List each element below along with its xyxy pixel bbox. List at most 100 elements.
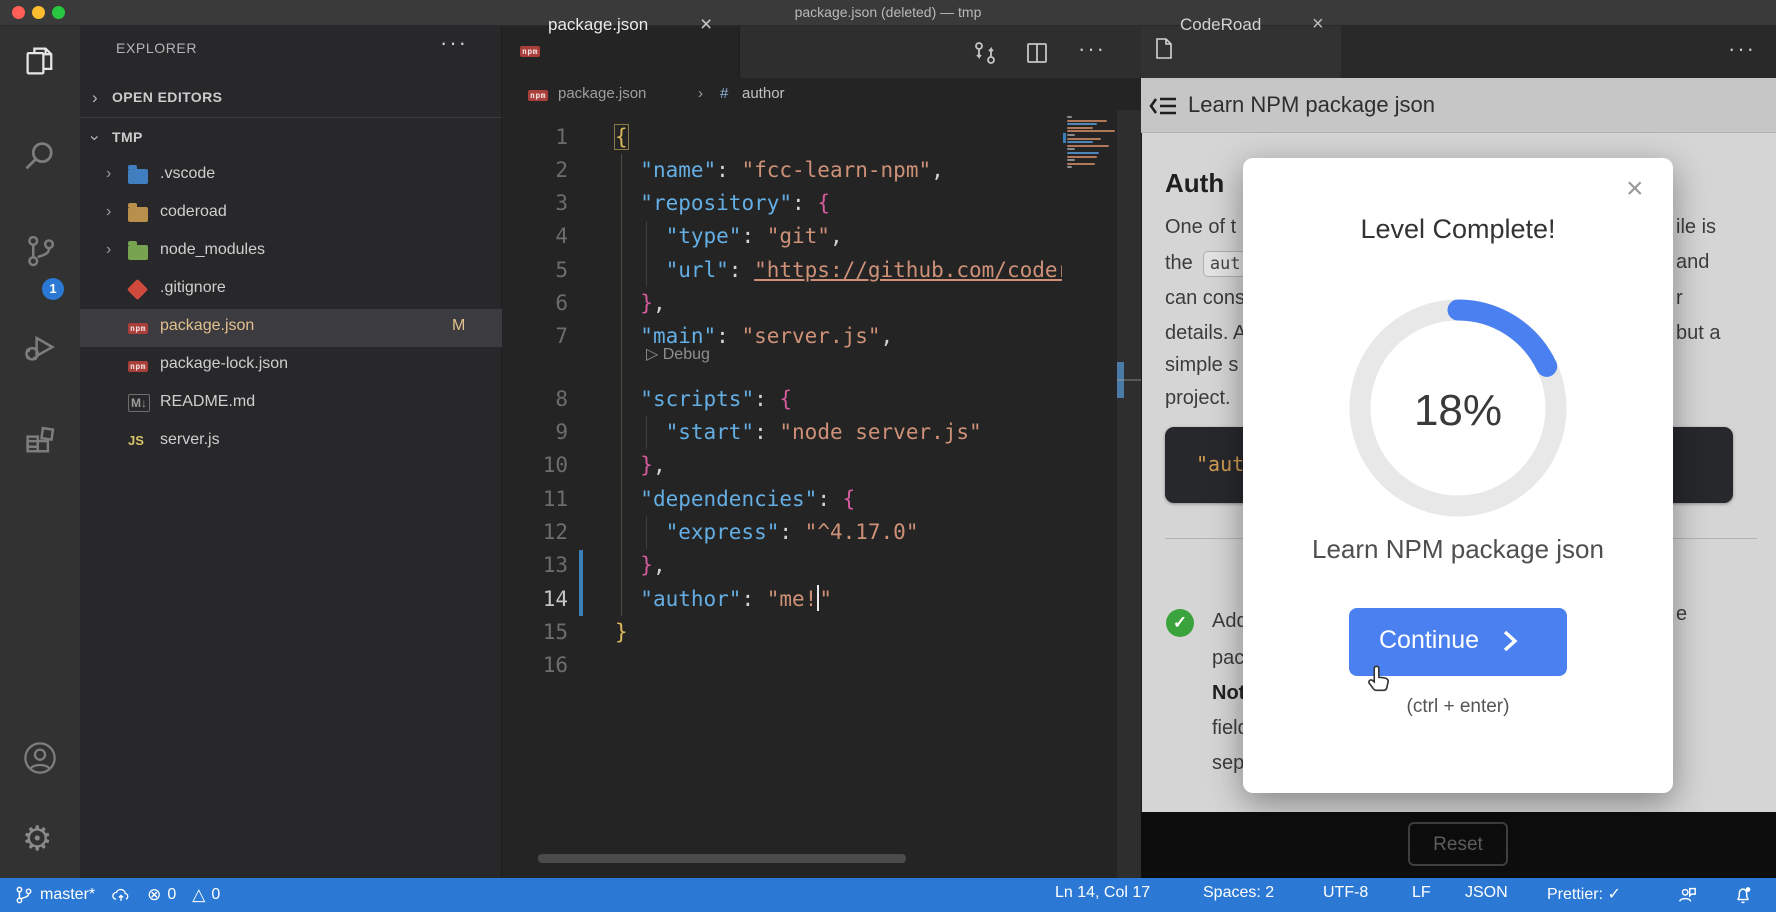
code-editor[interactable]: 1{2 "name": "fcc-learn-npm",3 "repositor…	[502, 110, 1062, 854]
lesson-text-fragment: and	[1676, 251, 1709, 274]
code-text: "scripts": {	[568, 383, 792, 416]
status-formatter[interactable]: Prettier: ✓	[1547, 884, 1621, 904]
reset-button[interactable]: Reset	[1408, 822, 1508, 866]
code-line-15[interactable]: 15}	[502, 616, 1062, 650]
explorer-icon[interactable]	[22, 43, 58, 79]
status-cursor-position[interactable]: Ln 14, Col 17	[1055, 884, 1150, 902]
code-text: "type": "git",	[568, 220, 843, 253]
sidebar-item-coderoad[interactable]: ›coderoad	[80, 195, 502, 233]
indent-guide	[646, 516, 647, 549]
overview-ruler[interactable]	[1117, 110, 1141, 878]
file-name: package.json	[160, 317, 254, 335]
breadcrumb-symbol[interactable]: author	[742, 85, 785, 102]
status-warning[interactable]: △0	[192, 885, 220, 905]
codelens-debug[interactable]: ▷ Debug	[646, 344, 710, 364]
line-number: 16	[502, 649, 568, 682]
minimap-line	[1067, 145, 1109, 147]
notifications-bell-icon[interactable]	[1733, 885, 1753, 905]
inline-code-chip: aut	[1203, 251, 1248, 277]
sidebar-item-server.js[interactable]: JSserver.js	[80, 423, 502, 461]
extensions-icon[interactable]	[22, 422, 58, 458]
sidebar-item-.gitignore[interactable]: .gitignore	[80, 271, 502, 309]
status-error[interactable]: ⊗0	[147, 885, 176, 905]
lesson-text-fragment: ile is	[1676, 216, 1716, 239]
code-line-16[interactable]: 16	[502, 649, 1062, 683]
file-name: README.md	[160, 393, 255, 411]
minimap-line	[1067, 148, 1075, 150]
search-icon[interactable]	[22, 138, 58, 174]
lesson-text-fragment: but a	[1676, 322, 1720, 345]
feedback-icon[interactable]	[1677, 885, 1697, 905]
code-line-4[interactable]: 4 "type": "git",	[502, 220, 1062, 254]
file-name: node_modules	[160, 241, 265, 259]
run-debug-icon[interactable]	[22, 329, 58, 365]
modified-badge: M	[452, 317, 465, 335]
dialog-close-icon[interactable]: ×	[1626, 172, 1644, 206]
open-editors-section[interactable]: › OPEN EDITORS	[80, 80, 502, 116]
chevron-right-icon: ›	[106, 203, 111, 221]
code-line-3[interactable]: 3 "repository": {	[502, 187, 1062, 221]
code-line-11[interactable]: 11 "dependencies": {	[502, 483, 1062, 517]
sidebar-item-package-lock.json[interactable]: npmpackage-lock.json	[80, 347, 502, 385]
code-line-12[interactable]: 12 "express": "^4.17.0"	[502, 516, 1062, 550]
tab-close-icon[interactable]: ×	[700, 13, 712, 37]
status-cloud-upload[interactable]	[111, 885, 131, 905]
code-line-1[interactable]: 1{	[502, 121, 1062, 155]
npm-icon: npm	[128, 356, 150, 376]
open-changes-icon[interactable]	[972, 40, 998, 66]
sidebar-item-README.md[interactable]: M↓README.md	[80, 385, 502, 423]
code-text: "main": "server.js",	[568, 320, 893, 353]
lesson-text-fragment: r	[1676, 287, 1683, 310]
file-name: server.js	[160, 431, 220, 449]
minimap-line	[1067, 127, 1093, 129]
code-line-14[interactable]: 14 "author": "me!"	[502, 583, 1062, 617]
breadcrumb-file[interactable]: package.json	[558, 85, 646, 102]
code-line-9[interactable]: 9 "start": "node server.js"	[502, 416, 1062, 450]
explorer-more-actions-icon[interactable]: ···	[440, 30, 468, 56]
vscode-window: package.json (deleted) — tmp 1	[0, 0, 1776, 912]
code-text: }	[568, 616, 628, 649]
source-control-icon[interactable]	[22, 233, 58, 269]
contents-menu-icon[interactable]	[1148, 92, 1178, 125]
code-line-10[interactable]: 10 },	[502, 449, 1062, 483]
status-indentation[interactable]: Spaces: 2	[1203, 884, 1274, 902]
panel-tab-close-icon[interactable]: ×	[1312, 13, 1324, 36]
horizontal-scrollbar[interactable]	[538, 854, 906, 863]
sidebar-item-package.json[interactable]: npmpackage.jsonM	[80, 309, 502, 347]
bracket-guide	[621, 154, 622, 616]
split-editor-icon[interactable]	[1024, 40, 1050, 66]
line-number: 1	[502, 121, 568, 154]
status-encoding[interactable]: UTF-8	[1323, 884, 1368, 902]
minimap-line	[1067, 134, 1075, 136]
editor-more-actions-icon[interactable]: ···	[1078, 36, 1106, 62]
task-text-fragment: sep	[1212, 752, 1244, 775]
settings-gear-icon[interactable]: ⚙	[22, 821, 58, 857]
status-git-branch[interactable]: master*	[14, 885, 95, 905]
workspace-root-section[interactable]: › TMP	[80, 120, 502, 156]
code-line-7[interactable]: 7 "main": "server.js",	[502, 320, 1062, 354]
code-line-13[interactable]: 13 },	[502, 549, 1062, 583]
status-eol[interactable]: LF	[1412, 884, 1431, 902]
panel-more-actions-icon[interactable]: ···	[1728, 36, 1756, 62]
chevron-down-icon: ›	[85, 135, 105, 141]
error-icon: ⊗	[147, 885, 161, 905]
account-icon[interactable]	[22, 740, 58, 776]
file-icon	[1155, 38, 1173, 65]
warning-icon: △	[192, 885, 205, 905]
lesson-title: Learn NPM package json	[1188, 92, 1435, 118]
sidebar-item-node_modules[interactable]: ›node_modules	[80, 233, 502, 271]
continue-button-label: Continue	[1379, 626, 1479, 655]
lesson-text-fragment: One of t	[1165, 216, 1236, 239]
line-number: 10	[502, 449, 568, 482]
code-line-2[interactable]: 2 "name": "fcc-learn-npm",	[502, 154, 1062, 188]
open-editors-label: OPEN EDITORS	[112, 89, 222, 105]
code-line-5[interactable]: 5 "url": "https://github.com/coder	[502, 254, 1062, 288]
code-line-6[interactable]: 6 },	[502, 287, 1062, 321]
sidebar-item-.vscode[interactable]: ›.vscode	[80, 157, 502, 195]
status-language-mode[interactable]: JSON	[1465, 884, 1508, 902]
symbol-icon: #	[720, 85, 728, 102]
code-line-8[interactable]: 8 "scripts": {	[502, 383, 1062, 417]
minimap[interactable]	[1063, 112, 1117, 172]
cloud-upload-icon	[111, 885, 131, 905]
minimap-line	[1067, 116, 1072, 118]
